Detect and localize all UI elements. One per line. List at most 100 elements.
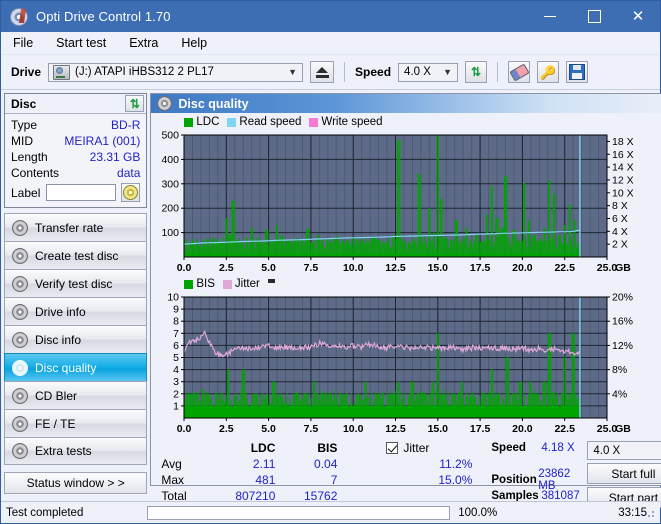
bis-chart-legend: BIS Jitter: [154, 277, 661, 291]
refresh-icon: ⇅: [129, 96, 140, 111]
stat-speed-value: 4.18 X: [541, 442, 575, 454]
sidebar-item-drive-info[interactable]: Drive info: [4, 297, 148, 325]
svg-text:17.5: 17.5: [470, 262, 491, 274]
disc-icon: [10, 7, 28, 26]
eject-button[interactable]: [310, 61, 335, 83]
disc-label-label: Label: [11, 185, 41, 200]
svg-text:14 X: 14 X: [612, 162, 634, 174]
disc-contents-value: data: [117, 166, 141, 180]
close-button[interactable]: ✕: [616, 1, 660, 32]
jitter-checkbox-row[interactable]: Jitter: [386, 440, 491, 456]
sidebar-item-verify-test-disc[interactable]: Verify test disc: [4, 269, 148, 297]
bis-chart[interactable]: 12345678910 4% 8% 12% 16% 20% 0.0 2.5 5.0 7.5 10.0…: [154, 291, 642, 436]
menu-help[interactable]: Help: [179, 35, 209, 51]
svg-text:15.0: 15.0: [428, 262, 449, 274]
svg-text:20%: 20%: [612, 292, 633, 304]
drive-select[interactable]: (J:) ATAPI iHBS312 2 PL17 ▼: [48, 62, 304, 82]
svg-text:10.0: 10.0: [343, 423, 364, 435]
keys-icon: 🔑: [539, 64, 557, 80]
progress-bar: [147, 505, 451, 520]
disc-length-label: Length: [11, 150, 48, 164]
keys-button[interactable]: 🔑: [537, 61, 560, 83]
status-text: Test completed: [6, 506, 84, 519]
svg-text:0.0: 0.0: [177, 262, 192, 274]
maximize-icon: [587, 10, 601, 23]
sidebar-item-label: CD Bler: [35, 388, 78, 403]
drive-select-value: (J:) ATAPI iHBS312 2 PL17: [75, 66, 214, 78]
svg-text:9: 9: [174, 304, 180, 316]
svg-text:16 X: 16 X: [612, 149, 634, 161]
disc-type-label: Type: [11, 118, 38, 132]
elapsed-time: 33:15: [618, 506, 648, 519]
table-row: Max 481 7: [161, 472, 386, 488]
disc-row-length: Length 23.31 GB: [11, 149, 140, 165]
speed-select[interactable]: 4.0 X ▼: [398, 62, 459, 82]
svg-text:6: 6: [174, 340, 180, 352]
svg-text:12 X: 12 X: [612, 174, 634, 186]
sidebar-item-extra-tests[interactable]: Extra tests: [4, 437, 148, 465]
resize-grip[interactable]: [647, 507, 657, 518]
svg-text:22.5: 22.5: [555, 423, 576, 435]
close-icon: ✕: [631, 8, 645, 25]
stats-header-row: LDC BIS: [161, 440, 386, 456]
eject-icon: [315, 66, 329, 78]
ldc-chart[interactable]: 1002003004005002 X4 X6 X8 X10 X12 X14 X1…: [154, 129, 642, 275]
disc-length-value: 23.31 GB: [89, 150, 141, 164]
svg-text:7: 7: [174, 328, 180, 340]
save-button[interactable]: [566, 61, 589, 83]
legend-label-ldc: LDC: [196, 116, 220, 128]
app-window: Opti Drive Control 1.70 ✕ File Start tes…: [0, 0, 661, 524]
sidebar-item-label: Extra tests: [35, 444, 92, 458]
sidebar-item-cd-bler[interactable]: CD Bler: [4, 381, 148, 409]
chevron-down-icon: ▼: [443, 67, 453, 77]
disc-refresh-button[interactable]: ⇅: [125, 95, 145, 112]
toolbar-divider-2: [497, 62, 499, 82]
menu-file[interactable]: File: [11, 35, 35, 51]
disc-row-contents: Contents data: [11, 165, 140, 181]
disc-icon: [12, 387, 28, 404]
svg-text:2: 2: [174, 388, 180, 400]
legend-swatch-write-speed: [309, 117, 319, 127]
eraser-icon: [508, 62, 530, 82]
minimize-button[interactable]: [528, 1, 572, 32]
save-icon: [569, 64, 586, 80]
stat-speed-label: Speed: [491, 442, 526, 454]
sidebar-item-label: Create test disc: [35, 248, 119, 263]
disc-label-input[interactable]: [46, 184, 117, 201]
sidebar-item-transfer-rate[interactable]: Transfer rate: [4, 213, 148, 241]
svg-text:100: 100: [162, 227, 180, 239]
svg-text:4%: 4%: [612, 388, 627, 400]
menu-start-test[interactable]: Start test: [54, 35, 108, 51]
sidebar-item-disc-quality[interactable]: Disc quality: [4, 353, 148, 381]
test-speed-select[interactable]: 4.0 X ▼: [587, 441, 661, 460]
status-window-button[interactable]: Status window > >: [4, 472, 148, 494]
svg-text:22.5: 22.5: [555, 262, 576, 274]
stats-area: LDC BIS Avg 2.11 0.04 Max 481 7 Total 80…: [151, 436, 661, 508]
sidebar-item-fe-te[interactable]: FE / TE: [4, 409, 148, 437]
svg-text:5: 5: [174, 352, 180, 364]
svg-text:12.5: 12.5: [386, 423, 407, 435]
sidebar-item-disc-info[interactable]: Disc info: [4, 325, 148, 353]
disc-contents-label: Contents: [11, 166, 60, 180]
svg-text:5.0: 5.0: [262, 423, 277, 435]
maximize-button[interactable]: [572, 1, 616, 32]
sidebar-item-create-test-disc[interactable]: Create test disc: [4, 241, 148, 269]
svg-text:300: 300: [162, 178, 180, 190]
start-full-button[interactable]: Start full: [587, 463, 661, 484]
erase-button[interactable]: [508, 61, 531, 83]
disc-label-button[interactable]: [121, 183, 141, 202]
svg-text:12%: 12%: [612, 340, 633, 352]
sidebar-item-label: Drive info: [35, 304, 86, 319]
window-title: Opti Drive Control 1.70: [36, 9, 171, 24]
svg-text:0.0: 0.0: [177, 423, 192, 435]
refresh-icon: ⇅: [471, 65, 482, 79]
test-controls: 4.0 X ▼ Start full Start part: [587, 440, 661, 508]
minimize-icon: [544, 16, 556, 17]
title-bar: Opti Drive Control 1.70 ✕: [1, 1, 660, 32]
refresh-button[interactable]: ⇅: [465, 61, 488, 83]
menu-extra[interactable]: Extra: [127, 35, 160, 51]
svg-text:12.5: 12.5: [386, 262, 407, 274]
svg-text:400: 400: [162, 154, 180, 166]
jitter-checkbox[interactable]: [386, 442, 399, 454]
main-panel: Disc quality LDC Read speed Write speed …: [150, 90, 661, 508]
